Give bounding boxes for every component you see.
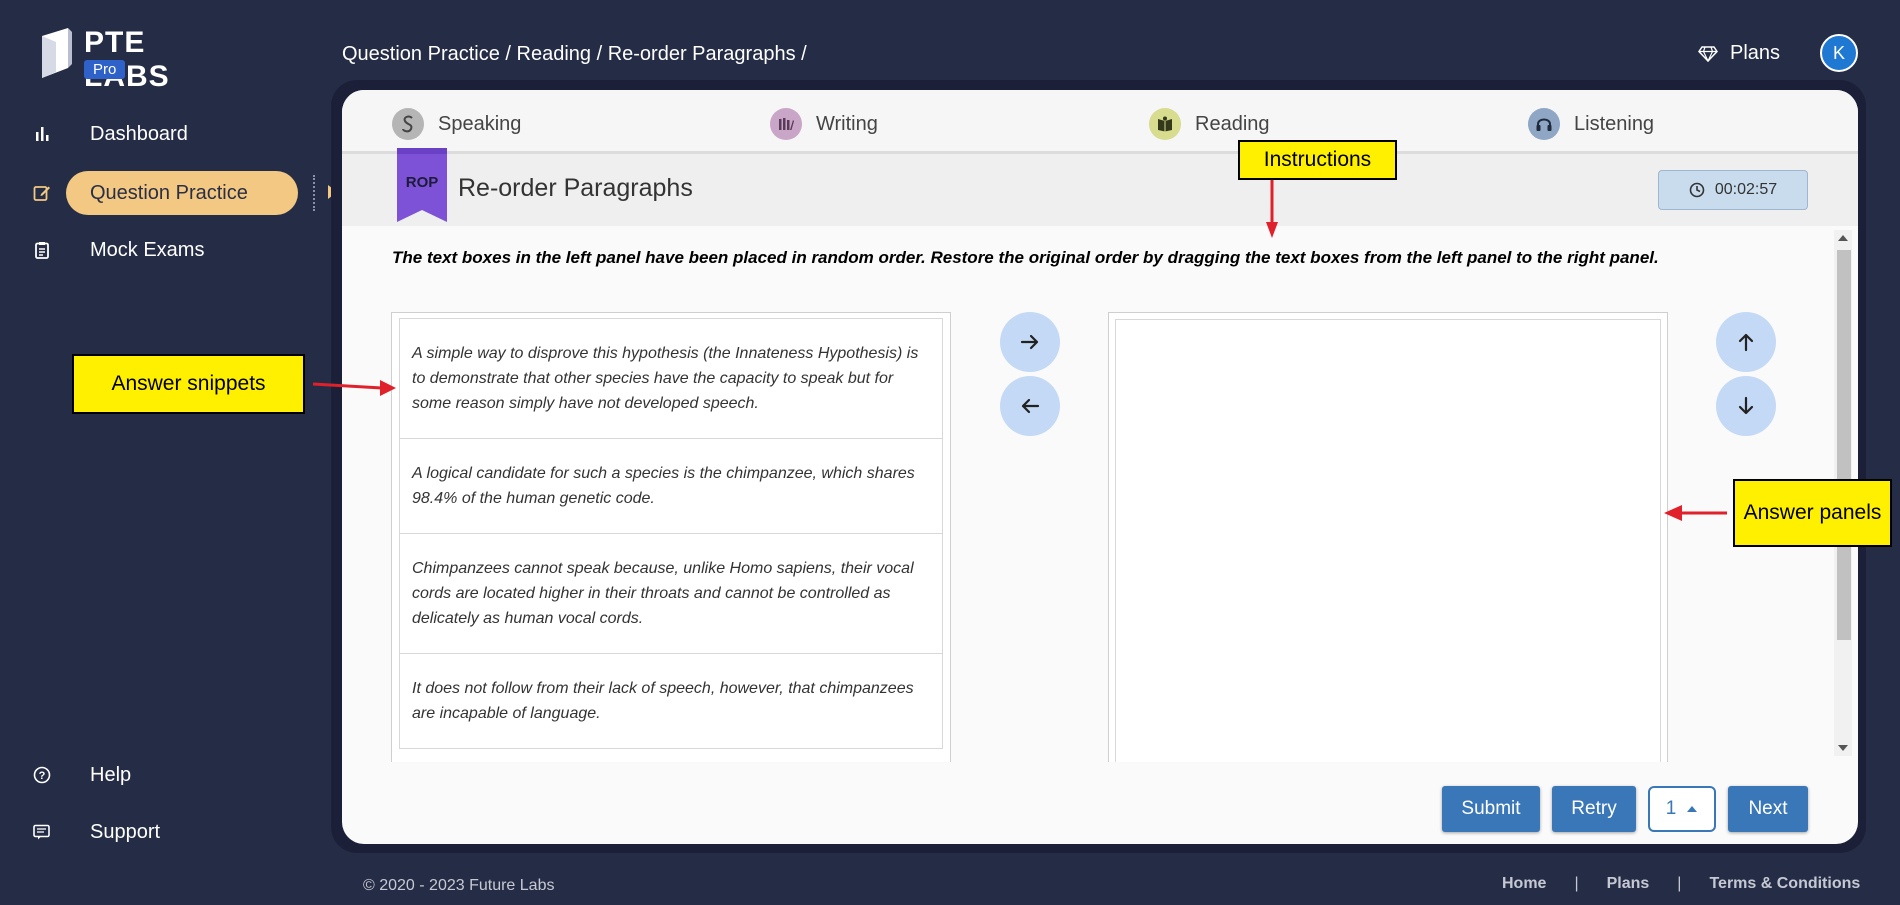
clipboard-icon [33,241,51,259]
arrow-left-icon [1021,398,1040,414]
move-left-button[interactable] [1000,376,1060,436]
submit-button[interactable]: Submit [1442,786,1540,832]
footer-link-plans[interactable]: Plans [1607,875,1650,893]
speaking-icon [392,108,424,140]
content-card: Speaking Writing Reading Listening ROP R… [342,90,1858,844]
logo-icon [42,28,72,78]
move-right-button[interactable] [1000,312,1060,372]
footer-links: Home | Plans | Terms & Conditions [1502,875,1860,893]
next-button[interactable]: Next [1728,786,1808,832]
scroll-down-icon[interactable] [1838,745,1848,751]
page-value: 1 [1665,798,1677,819]
plans-link[interactable]: Plans [1698,42,1780,65]
svg-text:?: ? [39,770,46,782]
answer-snippet[interactable]: A simple way to disprove this hypothesis… [399,318,943,439]
sidebar-item-support[interactable]: Support [0,810,330,854]
tab-label: Reading [1195,112,1270,135]
divider: | [1574,875,1579,892]
answer-panels-callout: Answer panels [1733,479,1892,547]
sidebar-item-label: Dashboard [90,122,188,145]
tab-label: Listening [1574,112,1655,135]
arrow-right-icon [1020,334,1039,350]
skill-tabs: Speaking Writing Reading Listening [342,90,1858,154]
brand-logo[interactable]: PTE LABS Pro [38,22,228,93]
footer-link-terms[interactable]: Terms & Conditions [1709,875,1860,893]
page-title: Re-order Paragraphs [458,174,693,202]
sidebar-item-label: Help [90,763,132,786]
target-panel[interactable] [1108,312,1668,762]
footer-copyright: © 2020 - 2023 Future Labs [363,877,555,894]
diamond-icon [1698,45,1718,62]
instructions-text: The text boxes in the left panel have be… [392,248,1659,267]
move-up-button[interactable] [1716,312,1776,372]
tab-speaking[interactable]: Speaking [392,108,521,140]
help-icon: ? [33,766,51,784]
arrow-down-icon [1738,396,1754,415]
scroll-up-icon[interactable] [1838,235,1848,241]
arrow-up-icon [1738,333,1754,352]
answer-snippet[interactable]: It does not follow from their lack of sp… [399,653,943,749]
divider [313,175,315,211]
tab-label: Writing [816,112,878,135]
sidebar-item-mock-exams[interactable]: Mock Exams [0,228,330,272]
writing-icon [770,108,802,140]
plans-label: Plans [1730,42,1781,64]
drop-zone[interactable] [1115,319,1661,762]
reading-icon [1149,108,1181,140]
footer-link-home[interactable]: Home [1502,875,1546,893]
sidebar-item-help[interactable]: ? Help [0,753,330,797]
brand-badge: Pro [84,60,126,79]
breadcrumb: Question Practice / Reading / Re-order P… [342,43,807,65]
tab-listening[interactable]: Listening [1528,108,1654,140]
move-down-button[interactable] [1716,376,1776,436]
bar-chart-icon [33,125,51,143]
source-panel[interactable]: A simple way to disprove this hypothesis… [391,312,951,762]
badge-text: ROP [405,174,439,191]
sidebar-item-label: Support [90,820,161,843]
timer: 00:02:57 [1658,170,1808,210]
caret-up-icon [1687,806,1698,812]
timer-value: 00:02:57 [1714,181,1778,198]
support-icon [33,823,51,841]
divider: | [1677,875,1682,892]
scroll-thumb[interactable] [1837,250,1851,640]
sidebar-item-label: Question Practice [90,181,248,204]
clock-icon [1689,182,1705,198]
tab-label: Speaking [438,112,522,135]
sidebar-item-question-practice[interactable]: Question Practice [0,171,337,215]
tab-writing[interactable]: Writing [770,108,878,140]
edit-icon [33,184,51,202]
answer-snippet[interactable]: A logical candidate for such a species i… [399,438,943,534]
sidebar-item-dashboard[interactable]: Dashboard [0,112,330,156]
headphones-icon [1528,108,1560,140]
answer-snippets-callout: Answer snippets [72,354,305,414]
page-select[interactable]: 1 [1648,786,1716,832]
question-type-badge: ROP [397,148,447,222]
sidebar-item-label: Mock Exams [90,238,205,261]
tab-reading[interactable]: Reading [1149,108,1270,140]
instructions-callout: Instructions [1238,140,1397,180]
answer-snippet[interactable]: Chimpanzees cannot speak because, unlike… [399,533,943,654]
retry-button[interactable]: Retry [1552,786,1636,832]
avatar[interactable]: K [1820,34,1858,72]
